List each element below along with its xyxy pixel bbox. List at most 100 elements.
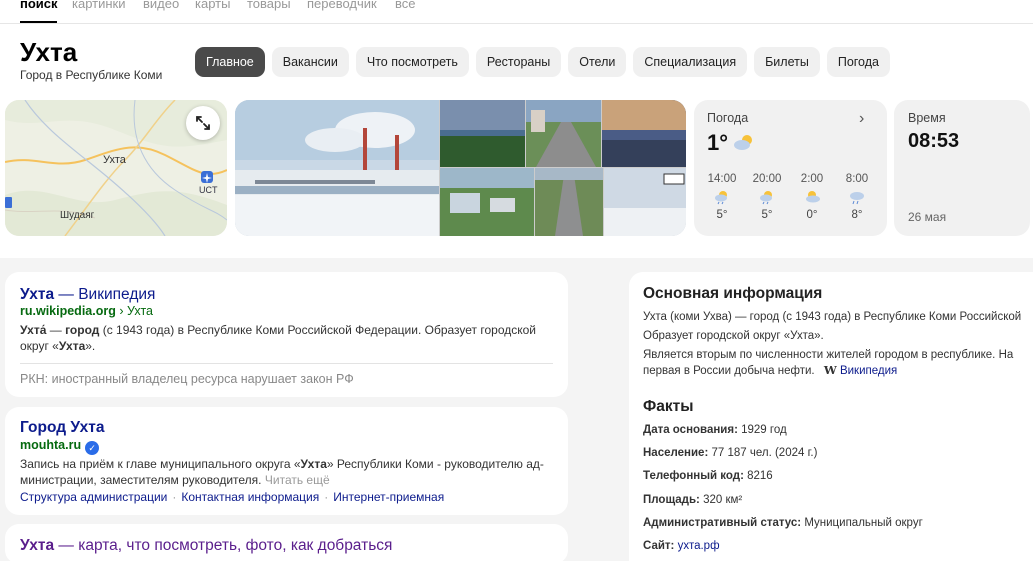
result-url[interactable]: ru.wikipedia.org › Ухта: [20, 304, 153, 318]
panel-text-line: Ухта (коми Ухва) — город (с 1943 года) в…: [643, 311, 1022, 323]
facts-heading: Факты: [643, 398, 694, 415]
tab-maps[interactable]: карты: [195, 0, 230, 11]
result-snippet: Ухта́ — город (с 1943 года) в Республике…: [20, 322, 555, 354]
partly-cloudy-icon: [734, 135, 752, 150]
snippet-text: » Республики Коми - руководителю ад-: [326, 457, 544, 471]
time-date: 26 мая: [908, 210, 947, 224]
sitelink[interactable]: Структура администрации: [20, 490, 167, 504]
map-label-village: Шудаяг: [60, 210, 95, 221]
expand-map-button[interactable]: [186, 106, 220, 140]
partly-cloudy-icon: [806, 191, 820, 203]
snippet-bold: Ухта́: [20, 323, 47, 337]
snippet-text: Запись на приём к главе муниципального о…: [20, 457, 301, 471]
sitelink[interactable]: Контактная информация: [181, 490, 319, 504]
result-title-link[interactable]: Город Ухта: [20, 419, 104, 437]
time-value: 08:53: [908, 130, 960, 152]
panel-heading: Основная информация: [643, 285, 823, 302]
result-title-rest: — карта, что посмотреть, фото, как добра…: [54, 537, 393, 554]
weather-title: Погода: [707, 111, 749, 125]
city-map[interactable]: Ухта Шудаяг UCT: [5, 100, 227, 236]
search-result: Город Ухта mouhta.ru ✓ Запись на приём к …: [5, 407, 568, 515]
search-result: Ухта — Википедия ru.wikipedia.org › Ухта…: [5, 272, 568, 397]
chevron-right-icon[interactable]: ›: [859, 110, 864, 128]
panel-text-line: первая в России добыча нефти. W Википеди…: [643, 362, 1033, 380]
airport-code: UCT: [199, 185, 218, 195]
result-title-bold: Ухта: [20, 286, 55, 303]
forecast-time: 8:00: [845, 173, 869, 185]
photo-gallery[interactable]: [235, 100, 686, 236]
chip-vacancies[interactable]: Вакансии: [271, 47, 349, 77]
read-more-link[interactable]: Читать ещё: [265, 473, 330, 487]
photo-avenue[interactable]: [526, 100, 601, 167]
time-label: Время: [908, 111, 946, 125]
search-result: Ухта — карта, что посмотреть, фото, как …: [5, 524, 568, 561]
entity-chips: Главное Вакансии Что посмотреть Ресторан…: [195, 47, 890, 77]
time-card: Время 08:53 26 мая: [894, 100, 1030, 236]
tab-translator[interactable]: переводчик: [307, 0, 377, 11]
chip-sights[interactable]: Что посмотреть: [355, 47, 469, 77]
result-url[interactable]: mouhta.ru ✓: [20, 438, 100, 455]
wikipedia-link[interactable]: Википедия: [840, 365, 897, 377]
map-label-city: Ухта: [103, 154, 126, 166]
forecast-temp: 0°: [806, 209, 818, 221]
expand-icon: [196, 116, 210, 130]
photo-city-sign[interactable]: [604, 168, 686, 236]
photo-aerial-district[interactable]: [440, 168, 534, 236]
result-url-domain: mouhta.ru: [20, 438, 82, 452]
knowledge-panel: Основная информация Ухта (коми Ухва) — г…: [629, 272, 1033, 561]
panel-text: первая в России добыча нефти.: [643, 365, 815, 377]
weather-card[interactable]: Погода › 1° 14:00 5° 20:00 5° 2:00 0° 8:…: [694, 100, 887, 236]
fact-row: Административный статус: Муниципальный о…: [643, 517, 923, 529]
weather-current-temp: 1°: [707, 130, 729, 155]
chip-restaurants[interactable]: Рестораны: [475, 47, 562, 77]
wikipedia-icon: W: [823, 363, 837, 377]
chip-tickets[interactable]: Билеты: [754, 47, 820, 77]
forecast-temp: 5°: [716, 209, 728, 221]
verified-icon: ✓: [85, 441, 100, 455]
result-url-path: › Ухта: [115, 304, 153, 318]
tab-search[interactable]: поиск: [20, 0, 58, 11]
snippet-text: —: [46, 323, 66, 337]
sun-rain-icon: [715, 191, 727, 205]
forecast-time: 2:00: [800, 173, 824, 185]
photo-sunset[interactable]: [602, 100, 686, 167]
tab-all[interactable]: все: [395, 0, 416, 11]
result-title-bold: Ухта: [20, 537, 55, 554]
fact-label: Дата основания:: [643, 424, 738, 436]
forecast-temp: 8°: [851, 209, 863, 221]
photo-evening-river[interactable]: [440, 100, 525, 167]
entity-header: Ухта Город в Республике Коми Главное Вак…: [0, 24, 1033, 98]
photo-highway[interactable]: [535, 168, 603, 236]
snippet-text: министрации, заместителям руководителя.: [20, 473, 262, 487]
fact-value: 1929 год: [741, 424, 787, 436]
forecast-hour: 2:00 0°: [792, 173, 832, 221]
fact-row: Население: 77 187 чел. (2024 г.): [643, 447, 817, 459]
fact-label: Телефонный код:: [643, 470, 744, 482]
forecast-hour: 8:00 8°: [837, 173, 877, 221]
result-snippet: Запись на приём к главе муниципального о…: [20, 456, 555, 488]
tab-video[interactable]: видео: [143, 0, 179, 11]
rain-icon: [850, 192, 864, 205]
sitelink[interactable]: Интернет-приемная: [333, 490, 444, 504]
result-title-link[interactable]: Ухта — Википедия: [20, 286, 155, 304]
photo-winter-city[interactable]: [235, 100, 439, 236]
chip-weather[interactable]: Погода: [826, 47, 890, 77]
tab-goods[interactable]: товары: [247, 0, 291, 11]
active-tab-indicator: [20, 21, 57, 23]
result-url-domain: ru.wikipedia.org: [20, 304, 116, 318]
panel-text-line: Образует городской округ «Ухта».: [643, 330, 824, 342]
fact-value: 8216: [747, 470, 773, 482]
airport-icon: [201, 171, 213, 183]
chip-hotels[interactable]: Отели: [568, 47, 627, 77]
entity-subtitle: Город в Республике Коми: [20, 68, 163, 82]
forecast-time: 14:00: [707, 173, 737, 185]
site-link[interactable]: ухта.рф: [678, 540, 720, 552]
tab-images[interactable]: картинки: [72, 0, 126, 11]
result-warning-note: РКН: иностранный владелец ресурса наруша…: [20, 372, 354, 386]
result-title-link[interactable]: Ухта — карта, что посмотреть, фото, как …: [20, 537, 392, 555]
fact-value: 320 км²: [703, 494, 743, 506]
chip-main[interactable]: Главное: [195, 47, 265, 77]
fact-row: Телефонный код: 8216: [643, 470, 773, 482]
sun-rain-icon: [760, 191, 772, 205]
chip-specialization[interactable]: Специализация: [633, 47, 748, 77]
